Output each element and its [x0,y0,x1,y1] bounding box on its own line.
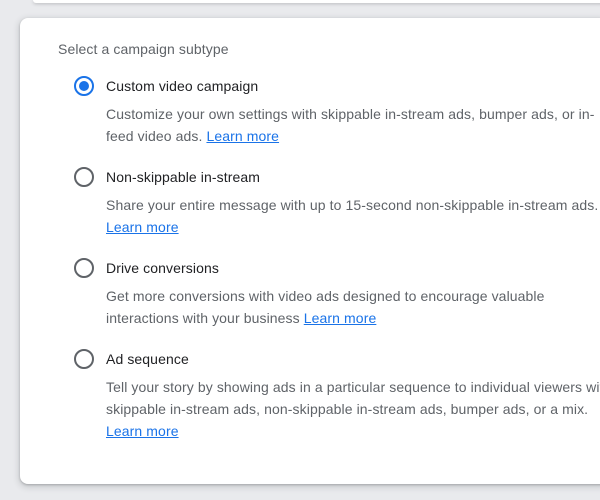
option-label: Custom video campaign [106,76,258,96]
radio-button-icon[interactable] [74,167,94,187]
radio-button-icon[interactable] [74,258,94,278]
description-line: Share your entire message with up to 15-… [106,194,568,216]
option-head-custom-video-campaign[interactable]: Custom video campaign [74,76,568,96]
learn-more-link[interactable]: Learn more [106,219,179,235]
campaign-subtype-options: Custom video campaign Customize your own… [58,76,568,442]
previous-card-bottom-edge [33,0,600,3]
radio-option-ad-sequence: Ad sequence Tell your story by showing a… [74,349,568,442]
description-text: Customize your own settings with skippab… [106,106,594,122]
learn-more-link[interactable]: Learn more [304,310,377,326]
description-text: Share your entire message with up to 15-… [106,197,598,213]
option-label: Non-skippable in-stream [106,167,260,187]
section-title: Select a campaign subtype [58,40,568,58]
option-head-non-skippable-in-stream[interactable]: Non-skippable in-stream [74,167,568,187]
description-text: Get more conversions with video ads desi… [106,288,545,304]
description-line: Customize your own settings with skippab… [106,103,568,125]
learn-more-link[interactable]: Learn more [106,423,179,439]
description-text: feed video ads. [106,128,206,144]
description-line: skippable in-stream ads, non-skippable i… [106,398,568,420]
option-description: Share your entire message with up to 15-… [106,194,568,238]
option-head-ad-sequence[interactable]: Ad sequence [74,349,568,369]
description-text: interactions with your business [106,310,304,326]
option-description: Tell your story by showing ads in a part… [106,376,568,442]
radio-dot [79,81,89,91]
description-text: skippable in-stream ads, non-skippable i… [106,401,588,417]
radio-option-drive-conversions: Drive conversions Get more conversions w… [74,258,568,329]
option-label: Ad sequence [106,349,189,369]
campaign-subtype-card: Select a campaign subtype Custom video c… [20,18,600,484]
radio-button-icon[interactable] [74,349,94,369]
description-line: feed video ads. Learn more [106,125,568,147]
radio-button-icon[interactable] [74,76,94,96]
option-description: Get more conversions with video ads desi… [106,285,568,329]
description-line: Learn more [106,216,568,238]
description-line: interactions with your business Learn mo… [106,307,568,329]
radio-option-non-skippable-in-stream: Non-skippable in-stream Share your entir… [74,167,568,238]
description-line: Learn more [106,420,568,442]
radio-option-custom-video-campaign: Custom video campaign Customize your own… [74,76,568,147]
option-label: Drive conversions [106,258,219,278]
page-background: Select a campaign subtype Custom video c… [0,0,600,500]
learn-more-link[interactable]: Learn more [206,128,279,144]
option-head-drive-conversions[interactable]: Drive conversions [74,258,568,278]
description-text: Tell your story by showing ads in a part… [106,379,600,395]
description-line: Tell your story by showing ads in a part… [106,376,568,398]
description-line: Get more conversions with video ads desi… [106,285,568,307]
option-description: Customize your own settings with skippab… [106,103,568,147]
